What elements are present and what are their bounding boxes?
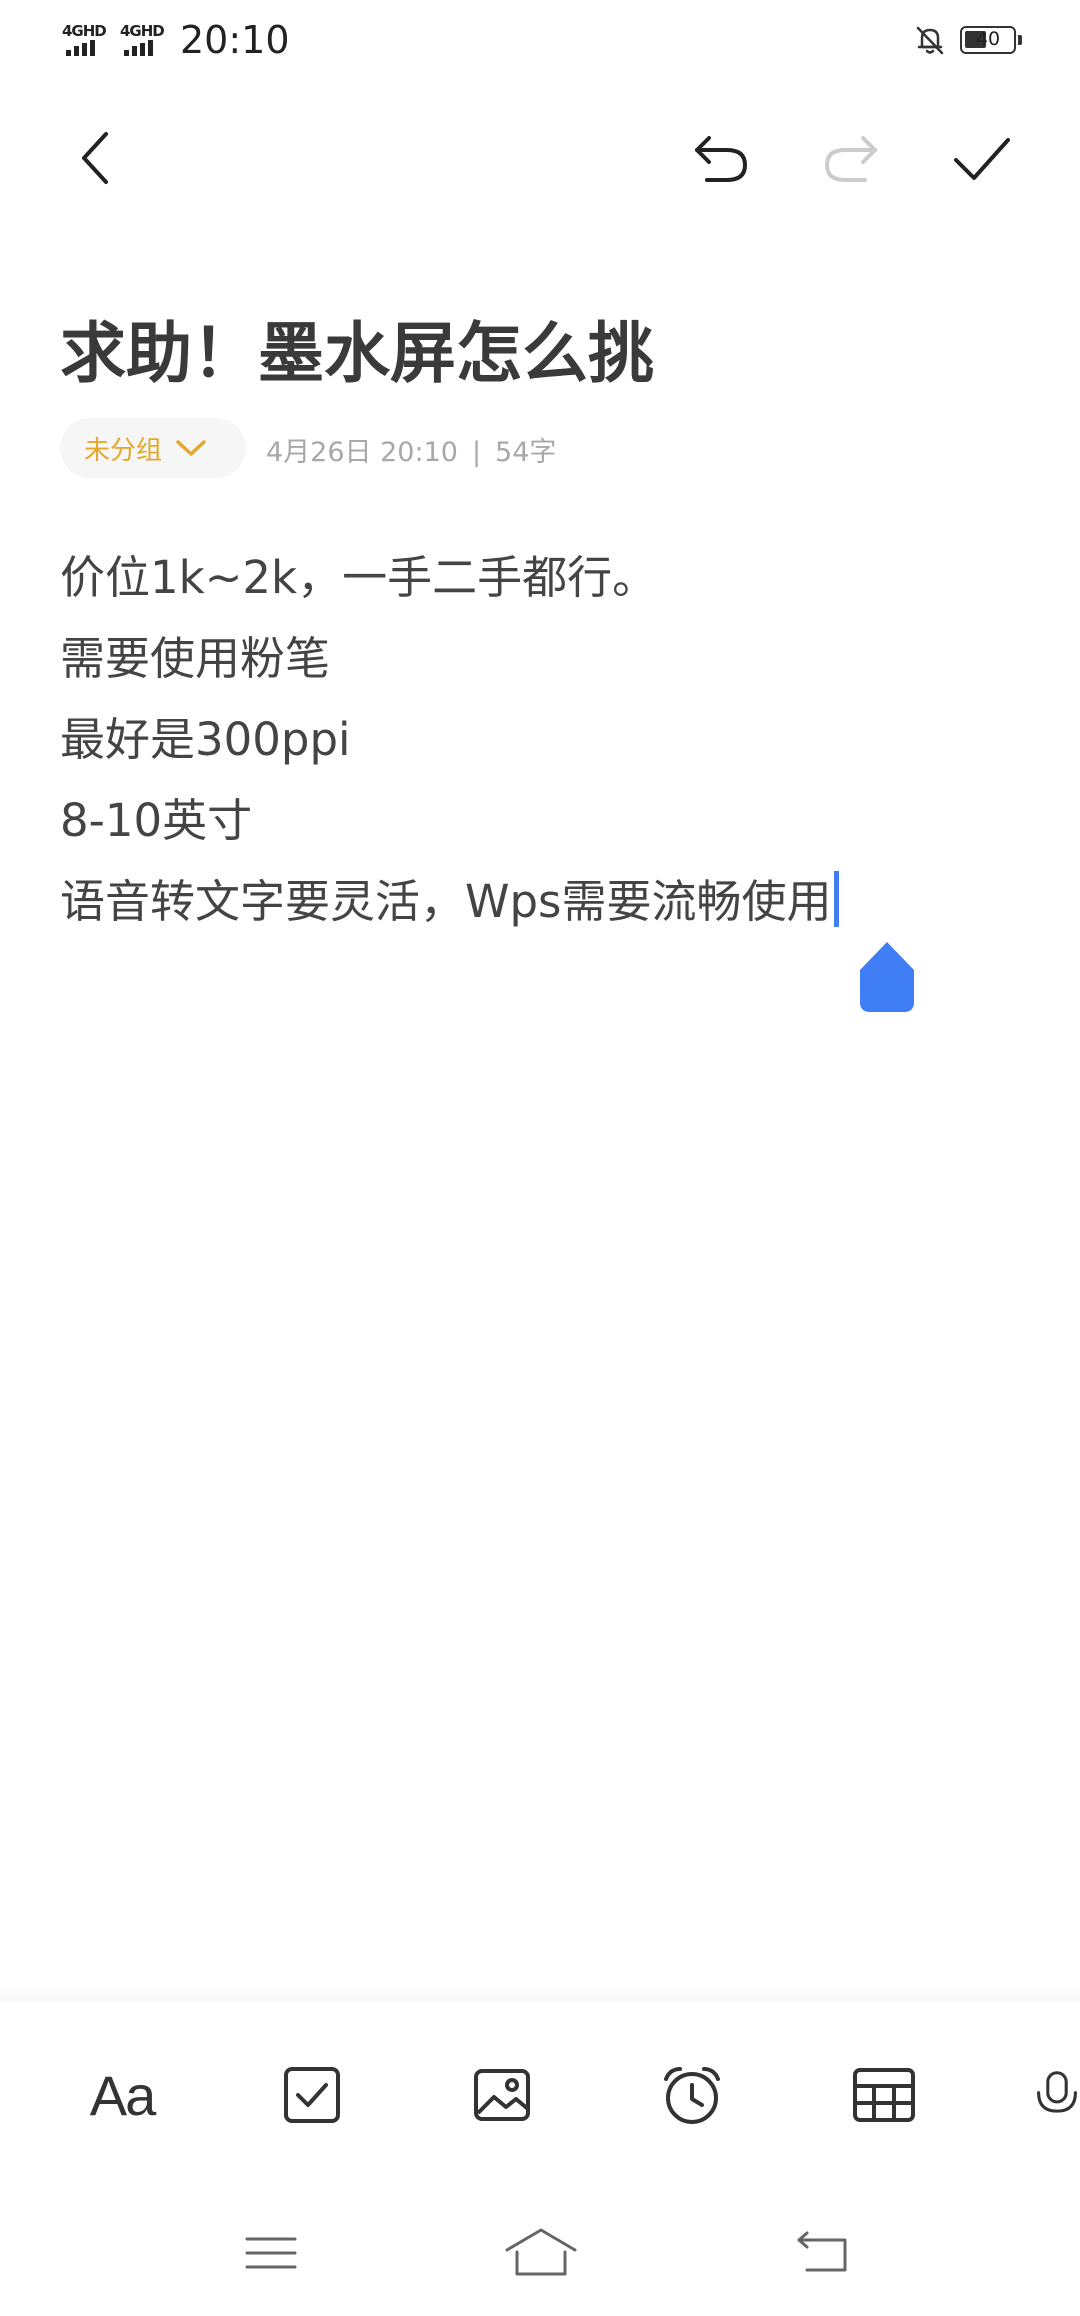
back-button[interactable]	[56, 118, 136, 198]
note-body[interactable]: 价位1k~2k，一手二手都行。 需要使用粉笔 最好是300ppi 8-10英寸 …	[60, 545, 839, 950]
menu-icon	[245, 2237, 297, 2269]
note-title[interactable]: 求助！墨水屏怎么挑	[60, 300, 654, 396]
nav-back-button[interactable]	[778, 2218, 868, 2288]
undo-button[interactable]	[680, 118, 760, 198]
voice-input-button[interactable]	[1034, 2055, 1080, 2135]
note-meta: 4月26日 20:10 | 54字	[266, 430, 556, 469]
reminder-button[interactable]	[652, 2055, 732, 2135]
meta-separator: |	[471, 437, 482, 468]
body-line-last: 语音转文字要灵活，Wps需要流畅使用	[60, 869, 839, 950]
group-label: 未分组	[84, 435, 163, 466]
bottom-divider	[0, 1988, 1080, 2002]
signal-bars-icon	[66, 40, 95, 56]
alarm-clock-icon	[664, 2067, 720, 2124]
checklist-button[interactable]	[272, 2055, 352, 2135]
done-button[interactable]	[942, 118, 1022, 198]
microphone-icon	[1037, 2071, 1077, 2113]
text-format-button[interactable]: Aa	[82, 2055, 162, 2135]
redo-icon	[825, 136, 877, 182]
battery-level: 40	[975, 28, 1001, 50]
checkbox-icon	[284, 2067, 340, 2123]
text-format-icon: Aa	[89, 2063, 156, 2127]
char-count: 54字	[495, 437, 557, 468]
table-icon	[853, 2068, 915, 2122]
home-icon	[505, 2228, 577, 2276]
note-date: 4月26日 20:10	[266, 437, 458, 468]
chevron-left-icon	[82, 132, 108, 184]
undo-icon	[695, 136, 747, 182]
signal-bars-icon	[124, 40, 153, 56]
image-icon	[474, 2069, 530, 2121]
body-line: 价位1k~2k，一手二手都行。	[60, 551, 658, 604]
text-caret	[833, 871, 839, 927]
mute-bell-icon	[916, 26, 944, 55]
battery-icon: 40	[960, 26, 1022, 54]
body-line: 最好是300ppi	[60, 713, 351, 766]
selection-handle-icon[interactable]	[858, 940, 916, 1014]
insert-table-button[interactable]	[844, 2055, 924, 2135]
body-line: 语音转文字要灵活，Wps需要流畅使用	[60, 875, 832, 928]
nav-home-button[interactable]	[496, 2218, 586, 2288]
body-line: 需要使用粉笔	[60, 632, 331, 685]
redo-button[interactable]	[812, 118, 892, 198]
status-time: 20:10	[180, 18, 290, 62]
sim2-label: 4GHD	[120, 22, 165, 40]
nav-back-icon	[797, 2231, 847, 2272]
body-line: 8-10英寸	[60, 794, 253, 847]
insert-image-button[interactable]	[462, 2055, 542, 2135]
chevron-down-icon	[176, 440, 206, 456]
check-icon	[954, 138, 1010, 180]
status-bar: 4GHD 4GHD 20:10 40	[0, 0, 1080, 84]
nav-menu-button[interactable]	[226, 2218, 316, 2288]
group-selector[interactable]: 未分组	[60, 418, 246, 478]
sim1-label: 4GHD	[62, 22, 107, 40]
